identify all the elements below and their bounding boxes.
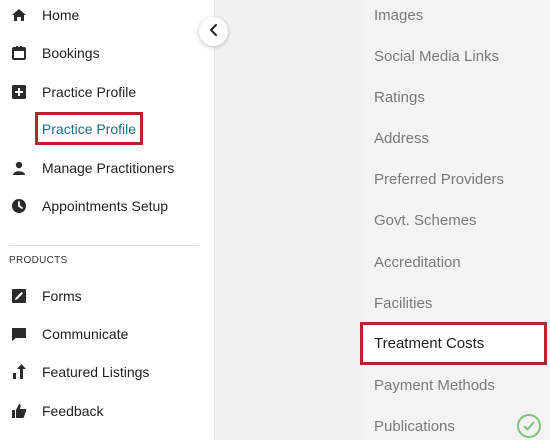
sidebar-item-feedback[interactable]: Feedback bbox=[0, 394, 214, 428]
menu-item-treatment-costs[interactable]: Treatment Costs bbox=[360, 322, 547, 365]
menu-item-ratings[interactable]: Ratings bbox=[374, 89, 425, 106]
sidebar-item-label: Home bbox=[42, 7, 80, 23]
clock-icon bbox=[10, 197, 28, 215]
menu-item-images[interactable]: Images bbox=[374, 7, 423, 24]
sidebar-subitem-practice-profile[interactable]: Practice Profile bbox=[35, 112, 143, 145]
menu-item-facilities[interactable]: Facilities bbox=[374, 295, 432, 312]
sidebar-item-communicate[interactable]: Communicate bbox=[0, 317, 214, 351]
thumbs-up-icon bbox=[10, 402, 28, 420]
menu-item-address[interactable]: Address bbox=[374, 130, 429, 147]
menu-item-govt-schemes[interactable]: Govt. Schemes bbox=[374, 212, 477, 229]
trending-up-icon bbox=[10, 363, 28, 381]
menu-item-payment-methods[interactable]: Payment Methods bbox=[374, 377, 495, 394]
calendar-icon bbox=[10, 44, 28, 62]
sidebar-item-label: Featured Listings bbox=[42, 364, 150, 380]
collapse-sidebar-button[interactable] bbox=[199, 17, 228, 46]
sidebar-item-practice-profile[interactable]: Practice Profile bbox=[0, 75, 214, 109]
sidebar-item-appointments-setup[interactable]: Appointments Setup bbox=[0, 189, 214, 223]
sidebar-item-label: Manage Practitioners bbox=[42, 160, 175, 176]
home-icon bbox=[10, 6, 28, 24]
person-icon bbox=[10, 159, 28, 177]
sidebar-subitem-label: Practice Profile bbox=[41, 120, 137, 137]
menu-item-accreditation[interactable]: Accreditation bbox=[374, 254, 461, 271]
sidebar-item-label: Communicate bbox=[42, 326, 129, 342]
sidebar-item-home[interactable]: Home bbox=[0, 0, 214, 32]
sidebar-item-label: Forms bbox=[42, 288, 82, 304]
menu-item-social-media-links[interactable]: Social Media Links bbox=[374, 48, 499, 65]
sidebar-item-label: Practice Profile bbox=[42, 84, 137, 100]
sidebar-item-label: Appointments Setup bbox=[42, 198, 169, 214]
section-title-products: PRODUCTS bbox=[9, 255, 68, 266]
chat-icon bbox=[10, 325, 28, 343]
menu-item-label: Treatment Costs bbox=[374, 335, 485, 352]
sidebar-divider bbox=[10, 245, 198, 246]
content-area bbox=[215, 0, 363, 440]
profile-sections-menu: Images Social Media Links Ratings Addres… bbox=[363, 0, 550, 440]
sidebar-item-label: Bookings bbox=[42, 45, 100, 61]
menu-item-publications[interactable]: Publications bbox=[374, 418, 455, 435]
sidebar-item-manage-practitioners[interactable]: Manage Practitioners bbox=[0, 151, 214, 185]
menu-item-preferred-providers[interactable]: Preferred Providers bbox=[374, 171, 504, 188]
sidebar-item-label: Feedback bbox=[42, 403, 104, 419]
chevron-left-icon bbox=[208, 23, 220, 41]
edit-form-icon bbox=[10, 287, 28, 305]
sidebar-item-bookings[interactable]: Bookings bbox=[0, 36, 214, 70]
sidebar: Home Bookings Practice Profile Practice … bbox=[0, 0, 215, 440]
sidebar-item-forms[interactable]: Forms bbox=[0, 279, 214, 313]
check-circle-icon bbox=[517, 414, 541, 438]
sidebar-item-featured-listings[interactable]: Featured Listings bbox=[0, 355, 214, 389]
medical-plus-icon bbox=[10, 83, 28, 101]
